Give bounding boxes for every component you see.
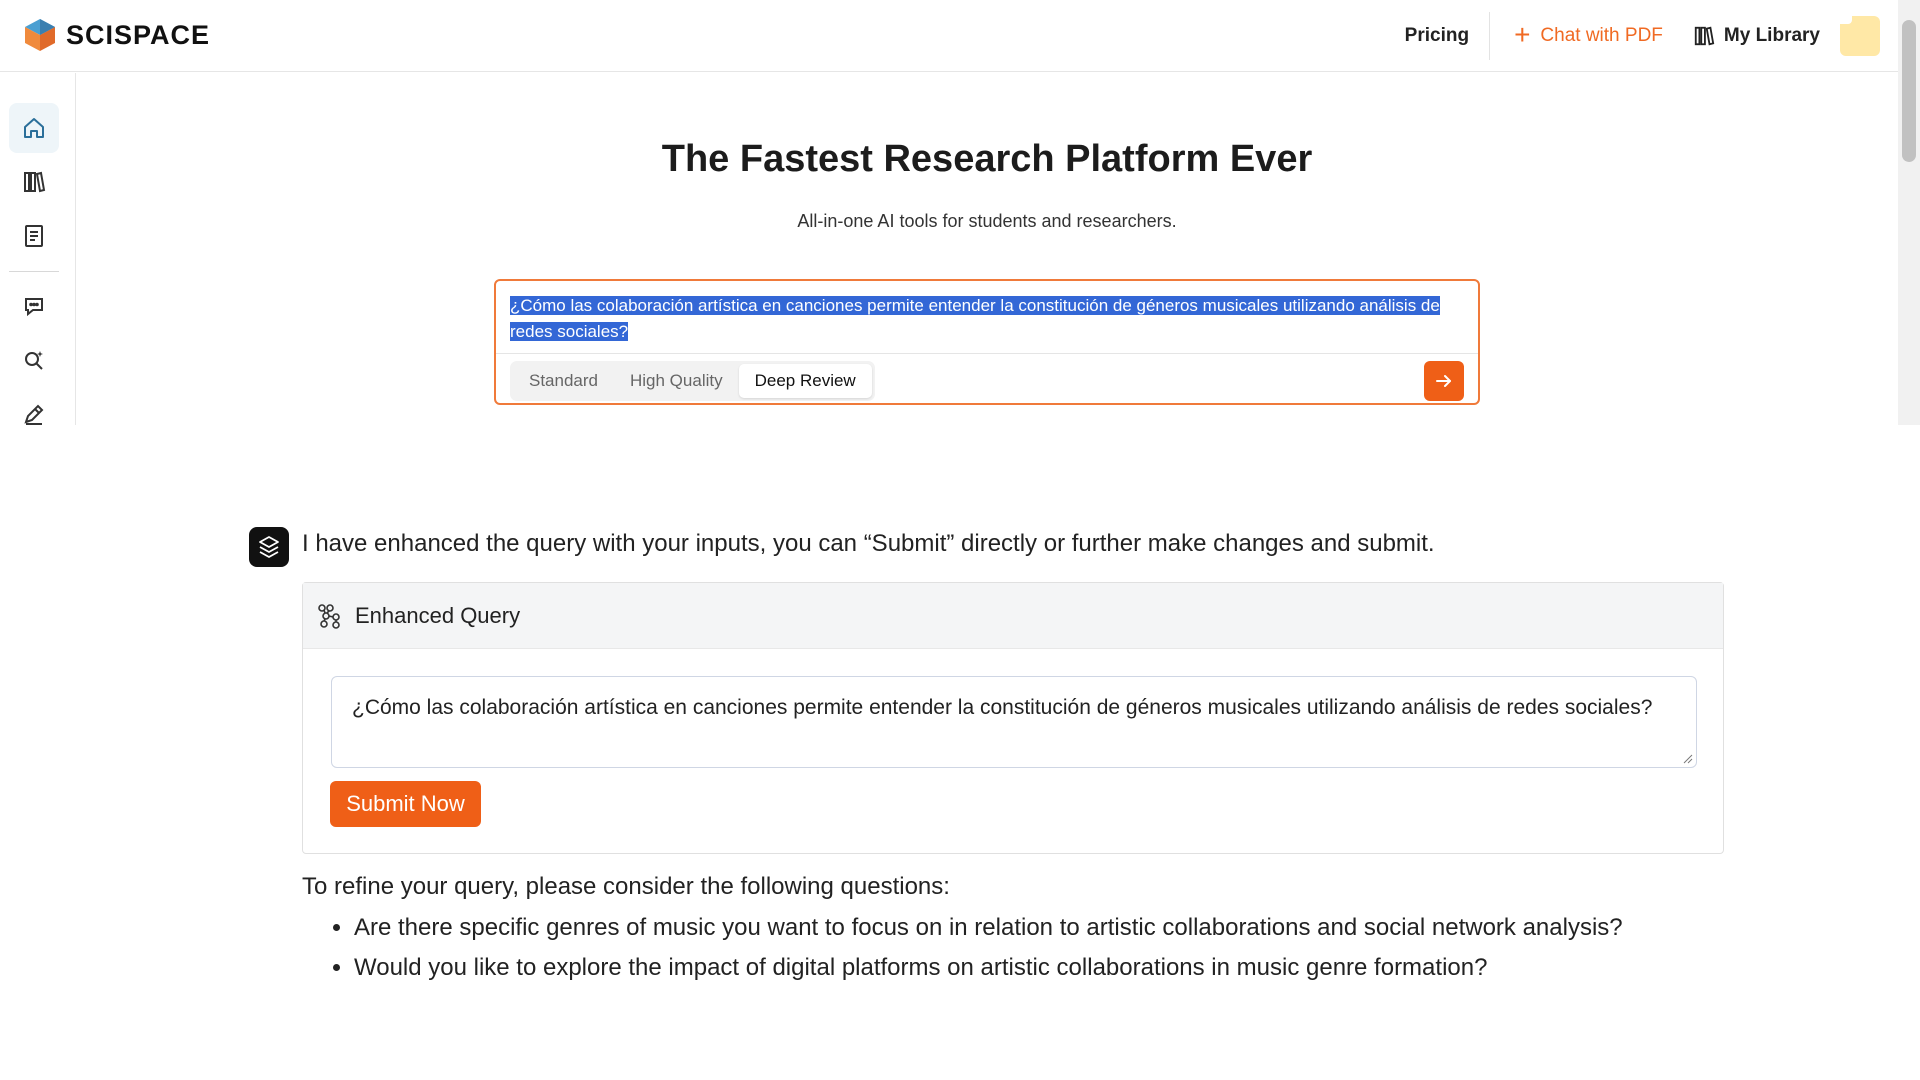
- library-icon: [24, 171, 46, 193]
- scispace-logo-icon: [25, 19, 55, 51]
- logo-text: SCISPACE: [66, 19, 211, 50]
- search-divider: [496, 353, 1478, 354]
- send-button[interactable]: [1424, 361, 1464, 401]
- mode-tab-standard[interactable]: Standard: [513, 364, 614, 398]
- search-input[interactable]: ¿Cómo las colaboración artística en canc…: [510, 293, 1460, 345]
- library-icon: [1694, 26, 1715, 46]
- chat-with-pdf-link[interactable]: + Chat with PDF: [1490, 18, 1693, 50]
- sidebar-item-chat[interactable]: [9, 281, 59, 331]
- network-icon: [318, 603, 340, 629]
- avatar[interactable]: [1840, 16, 1880, 56]
- scrollbar[interactable]: [1898, 0, 1920, 425]
- top-header: SCISPACE Pricing + Chat with PDF My Libr…: [0, 0, 1898, 72]
- page-title: The Fastest Research Platform Ever: [661, 138, 1313, 180]
- sidebar-item-writer[interactable]: [9, 389, 59, 439]
- search-sparkle-icon: [25, 351, 43, 370]
- enhanced-query-card: Enhanced Query ¿Cómo las colaboración ar…: [302, 582, 1724, 854]
- enhanced-query-text: ¿Cómo las colaboración artística en canc…: [352, 696, 1653, 719]
- scrollbar-thumb[interactable]: [1902, 20, 1916, 162]
- top-nav: Pricing + Chat with PDF My Library: [1385, 0, 1880, 72]
- enhanced-query-textarea[interactable]: ¿Cómo las colaboración artística en canc…: [331, 676, 1697, 768]
- plus-icon: +: [1514, 18, 1531, 50]
- assistant-avatar: [249, 527, 289, 567]
- notebook-icon: [25, 225, 43, 247]
- sidebar-item-search[interactable]: [9, 335, 59, 385]
- selected-query-text: ¿Cómo las colaboración artística en canc…: [510, 296, 1440, 341]
- pen-icon: [24, 404, 44, 425]
- mode-tab-deep-review[interactable]: Deep Review: [738, 364, 872, 398]
- sidebar-item-notebook[interactable]: [9, 211, 59, 261]
- refine-heading: To refine your query, please consider th…: [302, 873, 950, 900]
- resize-handle-icon[interactable]: [1681, 752, 1693, 764]
- enhanced-query-title: Enhanced Query: [355, 602, 521, 628]
- mode-tab-high-quality[interactable]: High Quality: [614, 364, 739, 398]
- sidebar-item-home[interactable]: [9, 103, 59, 153]
- my-library-label: My Library: [1723, 25, 1820, 46]
- sidebar-divider: [9, 271, 59, 272]
- submit-now-button[interactable]: Submit Now: [330, 781, 481, 827]
- assistant-message: I have enhanced the query with your inpu…: [302, 530, 1435, 557]
- sidebar-item-library[interactable]: [9, 157, 59, 207]
- enhanced-query-header: Enhanced Query: [303, 583, 1723, 649]
- list-item: Would you like to explore the impact of …: [354, 948, 1623, 988]
- scispace-mark-icon: [259, 536, 279, 558]
- refine-questions-list: Are there specific genres of music you w…: [302, 908, 1623, 988]
- list-item: Are there specific genres of music you w…: [354, 908, 1623, 948]
- pricing-link[interactable]: Pricing: [1385, 12, 1491, 60]
- sidebar: [0, 73, 76, 425]
- search-mode-tabs: Standard High Quality Deep Review: [510, 361, 875, 401]
- logo[interactable]: SCISPACE: [24, 18, 210, 52]
- my-library-link[interactable]: My Library: [1693, 25, 1840, 47]
- arrow-right-icon: [1436, 375, 1451, 387]
- chat-icon: [25, 298, 43, 317]
- search-box[interactable]: ¿Cómo las colaboración artística en canc…: [494, 279, 1480, 405]
- chat-with-pdf-label: Chat with PDF: [1540, 25, 1663, 46]
- home-icon: [24, 118, 44, 138]
- page-subtitle: All-in-one AI tools for students and res…: [797, 211, 1177, 231]
